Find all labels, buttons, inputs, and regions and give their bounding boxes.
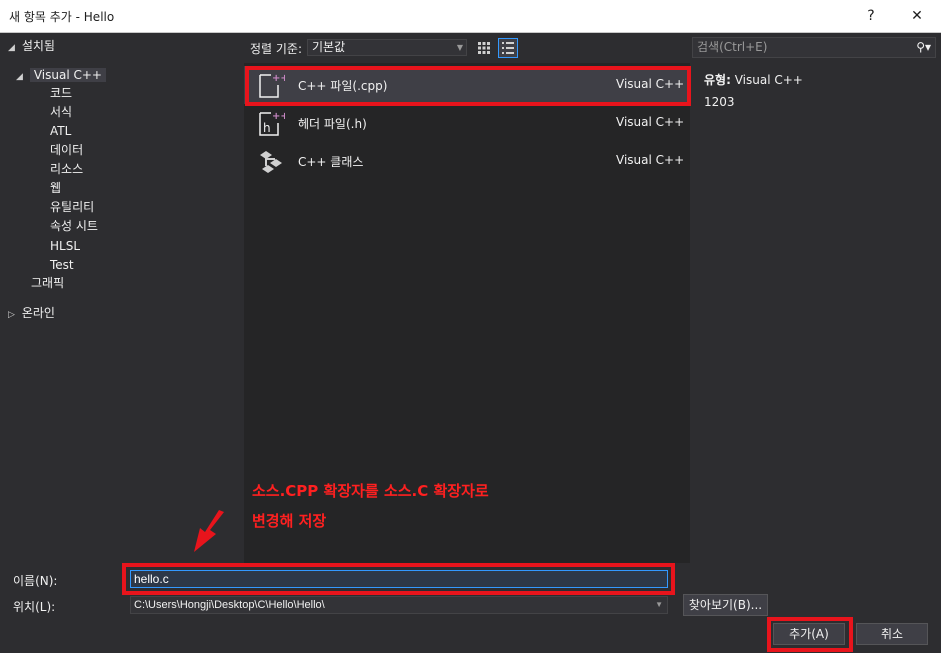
template-item-cpp[interactable]: ++ C++ 파일(.cpp) Visual C++ xyxy=(244,66,690,104)
search-input[interactable]: 검색(Ctrl+E) ⚲▾ xyxy=(692,37,936,58)
add-button[interactable]: 추가(A) xyxy=(773,623,845,645)
template-item-class[interactable]: C++ 클래스 Visual C++ xyxy=(244,142,690,180)
tree-node-data[interactable]: 데이터 xyxy=(50,141,83,160)
tree-node-property-sheet[interactable]: 속성 시트 xyxy=(50,217,98,236)
chevron-down-icon: ▼ xyxy=(456,43,463,52)
grid-view-icon[interactable] xyxy=(474,38,494,58)
search-placeholder: 검색(Ctrl+E) xyxy=(697,40,768,54)
tree-node-code[interactable]: 코드 xyxy=(50,84,72,103)
info-number: 1203 xyxy=(704,95,735,109)
tree-node-online[interactable]: ▷ 온라인 xyxy=(8,304,55,323)
window-title: 새 항목 추가 - Hello xyxy=(9,10,115,24)
close-button[interactable]: ✕ xyxy=(904,4,930,28)
sort-value: 기본값 xyxy=(312,40,346,54)
list-view-icon[interactable] xyxy=(498,38,518,58)
template-language: Visual C++ xyxy=(616,77,685,91)
template-name: 헤더 파일(.h) xyxy=(298,117,367,131)
tree-node-utility[interactable]: 유틸리티 xyxy=(50,198,94,217)
template-name: C++ 클래스 xyxy=(298,155,364,169)
expand-caret-icon: ◢ xyxy=(8,43,15,53)
browse-button[interactable]: 찾아보기(B)... xyxy=(683,594,768,616)
help-button[interactable]: ? xyxy=(858,4,884,28)
cpp-file-icon: ++ xyxy=(257,71,289,99)
location-field[interactable]: C:\Users\Hongji\Desktop\C\Hello\Hello\ ▼ xyxy=(130,596,668,614)
sort-bar: 정렬 기준: 기본값 ▼ xyxy=(244,33,690,63)
tree-node-format[interactable]: 서식 xyxy=(50,103,72,122)
expand-caret-icon: ◢ xyxy=(16,72,23,82)
annotation-line-2: 변경해 저장 xyxy=(252,512,327,530)
location-label: 위치(L): xyxy=(13,600,56,614)
tree-node-graphics[interactable]: 그래픽 xyxy=(31,274,64,293)
template-language: Visual C++ xyxy=(616,153,685,167)
tree-node-label: 온라인 xyxy=(21,306,55,320)
sort-dropdown[interactable]: 기본값 ▼ xyxy=(307,39,467,56)
tree-node-web[interactable]: 웹 xyxy=(50,179,61,198)
tree-node-visual-cpp[interactable]: ◢ Visual C++ xyxy=(16,66,106,85)
annotation-line-1: 소스.CPP 확장자를 소스.C 확장자로 xyxy=(252,482,489,500)
tree-node-label: Visual C++ xyxy=(29,68,106,82)
svg-text:h: h xyxy=(263,121,271,135)
svg-text:++: ++ xyxy=(272,111,285,122)
svg-text:++: ++ xyxy=(272,73,285,84)
search-icon[interactable]: ⚲▾ xyxy=(916,38,931,57)
info-type-label: 유형: xyxy=(704,73,731,87)
header-file-icon: h ++ xyxy=(257,109,289,137)
cancel-button[interactable]: 취소 xyxy=(856,623,928,645)
template-name: C++ 파일(.cpp) xyxy=(298,79,388,93)
template-list-pane: 정렬 기준: 기본값 ▼ ++ C++ 파일(.cpp) Visual C++ … xyxy=(244,33,690,563)
template-item-header[interactable]: h ++ 헤더 파일(.h) Visual C++ xyxy=(244,104,690,142)
info-type-value: Visual C++ xyxy=(734,73,803,87)
name-label: 이름(N): xyxy=(13,574,58,588)
tree-node-test[interactable]: Test xyxy=(50,256,74,275)
sort-label: 정렬 기준: xyxy=(250,42,303,56)
location-value: C:\Users\Hongji\Desktop\C\Hello\Hello\ xyxy=(134,599,325,611)
chevron-down-icon[interactable]: ▼ xyxy=(655,597,663,613)
info-pane: 검색(Ctrl+E) ⚲▾ 유형: Visual C++ 1203 xyxy=(690,33,941,563)
category-tree: ◢ 설치됨 ◢ Visual C++ 코드 서식 ATL 데이터 리소스 웹 유… xyxy=(0,33,244,563)
arrow-down-left-icon xyxy=(194,510,224,552)
info-type: 유형: Visual C++ xyxy=(704,71,803,88)
title-bar: 새 항목 추가 - Hello ? ✕ xyxy=(0,0,941,33)
class-icon xyxy=(257,147,285,175)
name-field[interactable]: hello.c xyxy=(130,570,668,588)
tree-node-label: 설치됨 xyxy=(21,39,55,53)
tree-node-hlsl[interactable]: HLSL xyxy=(50,237,80,256)
tree-node-atl[interactable]: ATL xyxy=(50,122,71,141)
tree-node-installed[interactable]: ◢ 설치됨 xyxy=(8,37,55,56)
template-language: Visual C++ xyxy=(616,115,685,129)
tree-node-resource[interactable]: 리소스 xyxy=(50,160,83,179)
collapsed-caret-icon: ▷ xyxy=(8,310,15,320)
